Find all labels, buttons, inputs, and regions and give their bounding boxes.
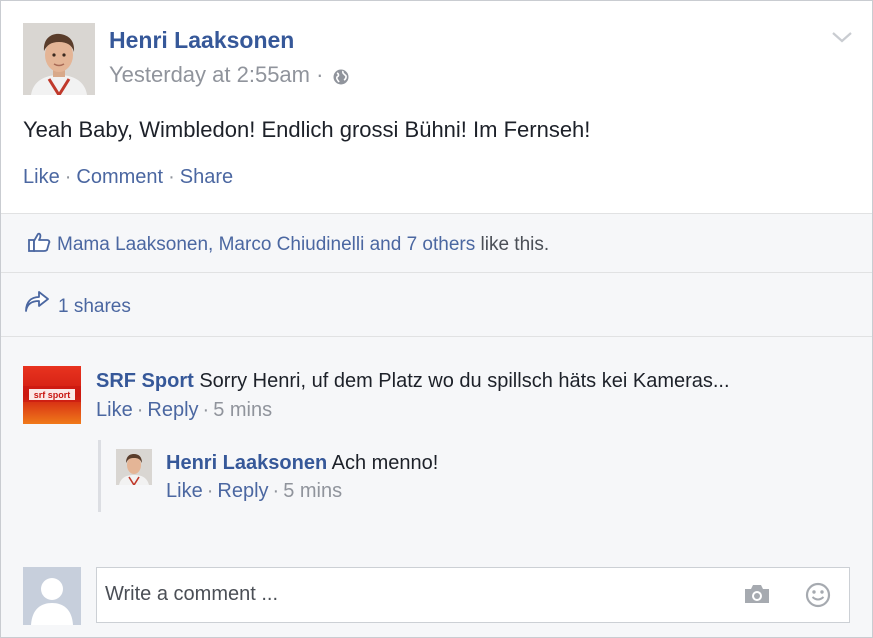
post-actions: Like · Comment · Share [23,166,233,189]
comment-separator: · [136,399,144,421]
reply-author-avatar[interactable] [116,449,152,485]
commenter-avatar[interactable]: srf sport [23,366,81,424]
chevron-down-icon[interactable] [829,27,855,47]
share-link[interactable]: Share [180,166,233,188]
action-separator: · [168,166,175,188]
comment-composer [96,567,850,623]
composer-avatar [23,567,81,625]
likes-summary: Mama Laaksonen, Marco Chiudinelli and 7 … [57,234,549,256]
action-separator: · [64,166,72,188]
reply-actions: Like · Reply · 5 mins [166,480,342,503]
globe-icon[interactable] [332,66,350,92]
reply-thread-line [98,440,101,512]
camera-icon[interactable] [743,583,771,610]
reply-body: Henri Laaksonen Ach menno! [166,452,438,475]
likes-row: Mama Laaksonen, Marco Chiudinelli and 7 … [1,214,872,273]
reply-time[interactable]: 5 mins [283,480,342,502]
comment-like-link[interactable]: Like [96,399,133,421]
post-author-name[interactable]: Henri Laaksonen [109,27,294,54]
write-comment-input[interactable] [105,578,705,610]
comment-body: SRF Sport Sorry Henri, uf dem Platz wo d… [96,370,730,393]
comment-time[interactable]: 5 mins [213,399,272,421]
comment-link[interactable]: Comment [76,166,163,188]
post-meta: Yesterday at 2:55am · [109,62,350,92]
reply-author[interactable]: Henri Laaksonen [166,452,327,474]
share-arrow-icon [23,291,51,320]
post-timestamp[interactable]: Yesterday at 2:55am [109,62,310,87]
thumbs-up-icon [27,231,51,258]
post-text: Yeah Baby, Wimbledon! Endlich grossi Büh… [23,117,591,142]
comment-reply-link[interactable]: Reply [147,399,198,421]
comment-author[interactable]: SRF Sport [96,370,194,392]
reply-separator: · [206,480,214,502]
likes-suffix: like this. [480,234,550,255]
author-avatar[interactable] [23,23,95,95]
comment-actions: Like · Reply · 5 mins [96,399,272,422]
feedback-panel: Mama Laaksonen, Marco Chiudinelli and 7 … [1,213,872,637]
meta-separator: · [316,62,324,87]
shares-count-link[interactable]: 1 shares [58,296,131,318]
like-link[interactable]: Like [23,166,60,188]
shares-row: 1 shares [1,273,872,337]
smiley-icon[interactable] [805,582,831,613]
likers-link[interactable]: Mama Laaksonen, Marco Chiudinelli and 7 … [57,234,475,255]
comment-text: Sorry Henri, uf dem Platz wo du spillsch… [199,370,730,392]
reply-like-link[interactable]: Like [166,480,203,502]
reply-text: Ach menno! [331,452,439,474]
comment-separator: · [202,399,210,421]
srf-logo-text: srf sport [34,390,71,400]
reply-separator: · [272,480,280,502]
post-card: Henri Laaksonen Yesterday at 2:55am · Ye… [0,0,873,638]
reply-reply-link[interactable]: Reply [217,480,268,502]
